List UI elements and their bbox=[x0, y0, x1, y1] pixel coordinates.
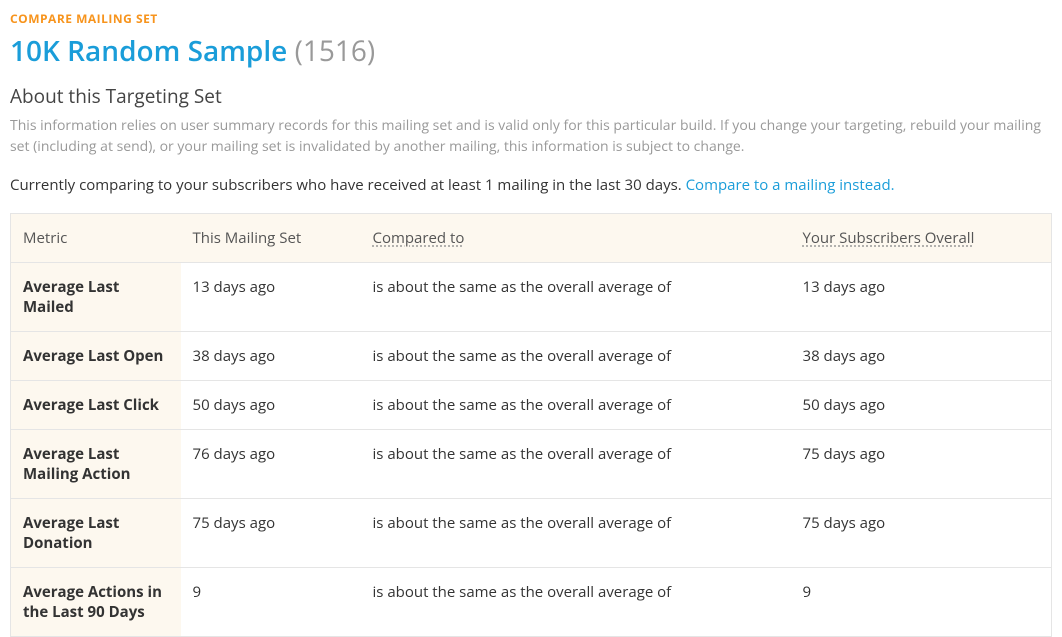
cell-overall: 38 days ago bbox=[791, 331, 1052, 380]
cell-metric: Average Last Donation bbox=[11, 498, 181, 567]
cell-overall: 75 days ago bbox=[791, 429, 1052, 498]
cell-this: 38 days ago bbox=[181, 331, 361, 380]
compare-to-mailing-link[interactable]: Compare to a mailing instead. bbox=[686, 175, 895, 195]
cell-this: 75 days ago bbox=[181, 498, 361, 567]
table-row: Average Actions in the Last 90 Days 9 is… bbox=[11, 567, 1052, 636]
cell-overall: 13 days ago bbox=[791, 262, 1052, 331]
cell-metric: Average Last Click bbox=[11, 380, 181, 429]
cell-metric: Average Last Mailed bbox=[11, 262, 181, 331]
table-row: Average Last Donation 75 days ago is abo… bbox=[11, 498, 1052, 567]
cell-overall: 50 days ago bbox=[791, 380, 1052, 429]
cell-compare: is about the same as the overall average… bbox=[361, 567, 791, 636]
title-text: 10K Random Sample bbox=[10, 32, 287, 70]
cell-this: 50 days ago bbox=[181, 380, 361, 429]
cell-compare: is about the same as the overall average… bbox=[361, 498, 791, 567]
description-text: This information relies on user summary … bbox=[10, 115, 1052, 157]
cell-this: 13 days ago bbox=[181, 262, 361, 331]
table-header-row: Metric This Mailing Set Compared to Your… bbox=[11, 213, 1052, 262]
cell-compare: is about the same as the overall average… bbox=[361, 380, 791, 429]
cell-this: 76 days ago bbox=[181, 429, 361, 498]
cell-metric: Average Last Mailing Action bbox=[11, 429, 181, 498]
page-title: 10K Random Sample (1516) bbox=[10, 35, 1052, 69]
table-row: Average Last Click 50 days ago is about … bbox=[11, 380, 1052, 429]
compare-text: Currently comparing to your subscribers … bbox=[10, 175, 686, 195]
cell-this: 9 bbox=[181, 567, 361, 636]
cell-metric: Average Actions in the Last 90 Days bbox=[11, 567, 181, 636]
table-row: Average Last Mailing Action 76 days ago … bbox=[11, 429, 1052, 498]
compare-line: Currently comparing to your subscribers … bbox=[10, 175, 1052, 195]
section-heading: About this Targeting Set bbox=[10, 83, 1052, 109]
metrics-table: Metric This Mailing Set Compared to Your… bbox=[10, 213, 1052, 637]
header-compared-to: Compared to bbox=[361, 213, 791, 262]
table-row: Average Last Mailed 13 days ago is about… bbox=[11, 262, 1052, 331]
cell-compare: is about the same as the overall average… bbox=[361, 331, 791, 380]
header-this-set: This Mailing Set bbox=[181, 213, 361, 262]
header-metric: Metric bbox=[11, 213, 181, 262]
eyebrow-label: COMPARE MAILING SET bbox=[10, 10, 1052, 27]
cell-overall: 9 bbox=[791, 567, 1052, 636]
cell-overall: 75 days ago bbox=[791, 498, 1052, 567]
table-row: Average Last Open 38 days ago is about t… bbox=[11, 331, 1052, 380]
cell-metric: Average Last Open bbox=[11, 331, 181, 380]
cell-compare: is about the same as the overall average… bbox=[361, 262, 791, 331]
title-count: (1516) bbox=[295, 32, 376, 70]
cell-compare: is about the same as the overall average… bbox=[361, 429, 791, 498]
header-overall: Your Subscribers Overall bbox=[791, 213, 1052, 262]
